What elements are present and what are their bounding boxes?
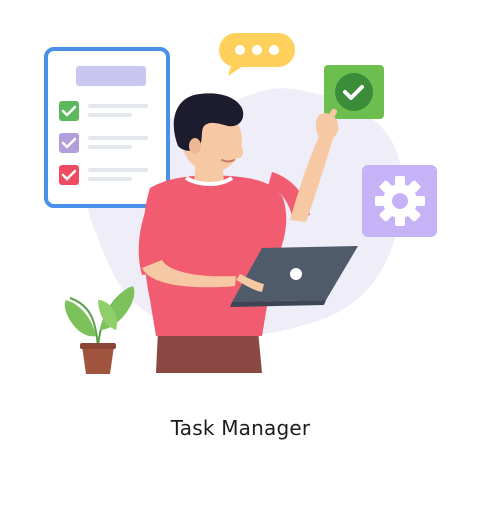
page: Task Manager	[0, 0, 481, 519]
gear-icon	[362, 165, 437, 237]
checklist-board-icon	[44, 47, 170, 208]
task-manager-illustration	[44, 33, 437, 374]
page-title: Task Manager	[170, 416, 311, 440]
chat-bubble-icon	[219, 33, 295, 76]
plant-icon	[64, 286, 135, 374]
